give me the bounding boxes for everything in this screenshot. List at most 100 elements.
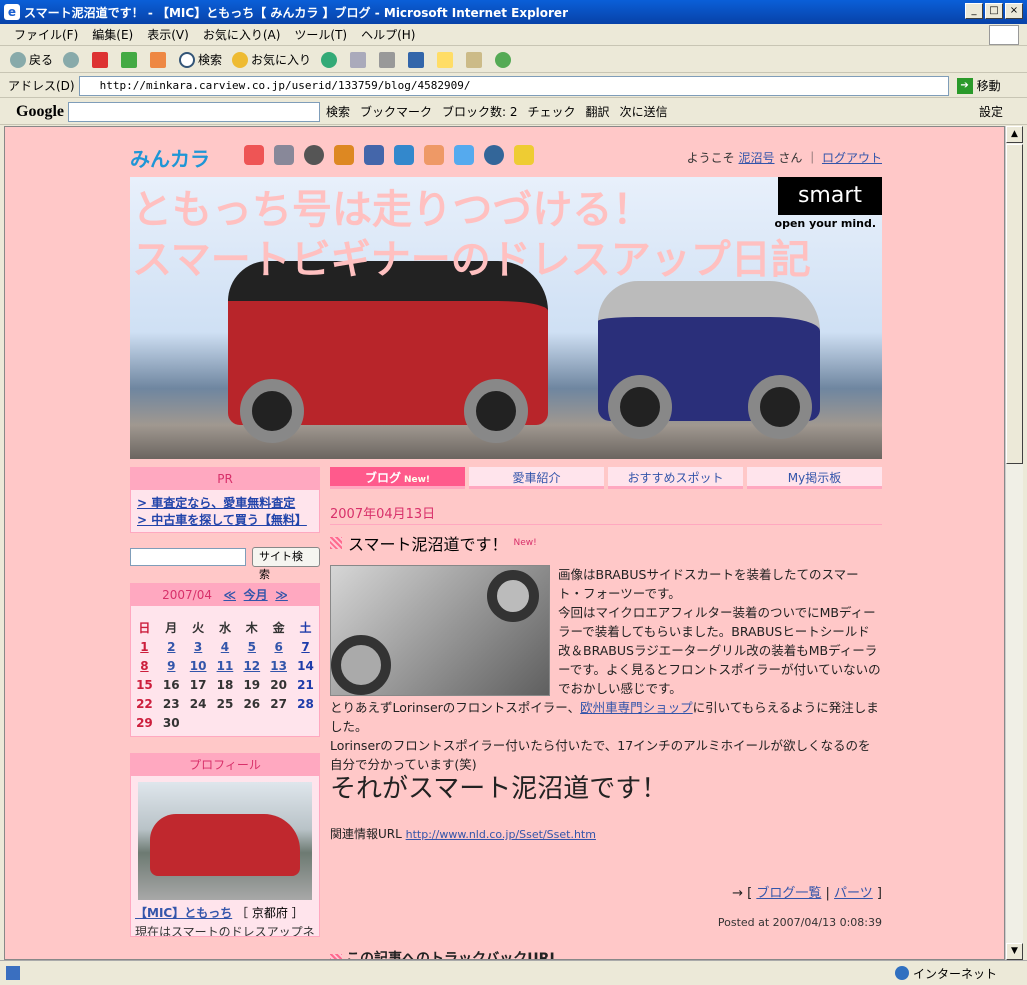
calendar-day[interactable]: 9	[158, 656, 185, 675]
tab-car-intro[interactable]: 愛車紹介	[469, 467, 604, 489]
google-logo[interactable]: Google	[16, 103, 64, 121]
messenger-button[interactable]	[495, 51, 514, 68]
site-search-button[interactable]: サイト検索	[251, 547, 320, 581]
history-button[interactable]	[321, 51, 340, 68]
calendar-prev-link[interactable]: ≪	[223, 588, 236, 602]
calendar-day[interactable]: 5	[238, 637, 265, 656]
menu-favorites[interactable]: お気に入り(A)	[203, 26, 281, 43]
search-button[interactable]: 検索	[179, 51, 222, 68]
research-button[interactable]	[466, 51, 485, 68]
google-settings-button[interactable]: 設定	[979, 103, 1003, 120]
minimize-button[interactable]: _	[965, 3, 983, 19]
menu-view[interactable]: 表示(V)	[147, 26, 189, 43]
box-icon[interactable]	[454, 145, 474, 165]
calculator-icon[interactable]	[274, 145, 294, 165]
calendar-day[interactable]: 6	[265, 637, 292, 656]
blog-list-link[interactable]: ブログ一覧	[756, 886, 821, 901]
menu-edit[interactable]: 編集(E)	[92, 26, 133, 43]
window-title: スマート泥沼道です！ - 【MIC】ともっち【 みんカラ 】ブログ - Micr…	[24, 5, 568, 20]
site-search-input[interactable]	[130, 548, 246, 566]
google-popup-blocker[interactable]: ブロック数: 2	[442, 103, 518, 120]
google-toolbar: Google 検索 ブックマーク ブロック数: 2 チェック 翻訳 次に送信 設…	[0, 99, 1027, 125]
tab-recommended-spots[interactable]: おすすめスポット	[608, 467, 743, 489]
tab-blog[interactable]: ブログ New!	[330, 467, 465, 489]
calendar-day[interactable]: 10	[185, 656, 212, 675]
note-icon	[437, 51, 454, 68]
camera-icon[interactable]	[364, 145, 384, 165]
print-icon	[379, 51, 396, 68]
windows-logo-icon	[989, 25, 1019, 45]
ie-app-icon: e	[4, 4, 20, 20]
post-photo[interactable]	[330, 565, 550, 696]
wheel-icon[interactable]	[304, 145, 324, 165]
calendar-day[interactable]: 1	[131, 637, 158, 656]
address-input[interactable]: http://minkara.carview.co.jp/userid/1337…	[78, 75, 949, 96]
related-url-link[interactable]: http://www.nld.co.jp/Sset/Sset.htm	[406, 828, 596, 841]
close-button[interactable]: ×	[1005, 3, 1023, 19]
new-badge: New!	[513, 538, 537, 548]
profile-name-link[interactable]: 【MIC】ともっち	[135, 906, 232, 920]
calendar-day: 24	[189, 696, 207, 711]
scroll-up-icon[interactable]: ▲	[1006, 126, 1023, 143]
forward-button[interactable]	[63, 51, 82, 68]
star-icon	[232, 51, 249, 68]
stop-button[interactable]	[92, 51, 111, 68]
shop-link[interactable]: 欧州車専門ショップ	[580, 700, 693, 715]
edit-icon	[408, 51, 425, 68]
menu-file[interactable]: ファイル(F)	[14, 26, 78, 43]
calendar-day[interactable]: 13	[265, 656, 292, 675]
edit-button[interactable]	[408, 51, 427, 68]
pr-link-used-car[interactable]: > 中古車を探して買う【無料】	[137, 513, 307, 527]
site-logo[interactable]: みんカラ	[130, 143, 210, 172]
google-spellcheck-button[interactable]: チェック	[528, 103, 576, 120]
calendar-day: 18	[216, 677, 234, 692]
calendar-day[interactable]: 4	[212, 637, 239, 656]
user-link[interactable]: 泥沼号	[738, 151, 774, 165]
vertical-scrollbar[interactable]: ▲ ▼	[1005, 126, 1023, 960]
maximize-button[interactable]: □	[985, 3, 1003, 19]
calendar-day[interactable]: 3	[185, 637, 212, 656]
scroll-thumb[interactable]	[1006, 144, 1023, 464]
pencil-icon[interactable]	[514, 145, 534, 165]
calendar-day[interactable]: 12	[238, 656, 265, 675]
google-bookmark-button[interactable]: ブックマーク	[360, 103, 432, 120]
print-button[interactable]	[379, 51, 398, 68]
home-button[interactable]	[150, 51, 169, 68]
calendar-day: 27	[270, 696, 287, 711]
calendar-day[interactable]: 11	[212, 656, 239, 675]
car-icon[interactable]	[394, 145, 414, 165]
calendar-day	[185, 713, 212, 732]
refresh-button[interactable]	[121, 51, 140, 68]
logout-link[interactable]: ログアウト	[822, 151, 882, 165]
parts-link[interactable]: パーツ	[834, 886, 873, 901]
address-bar: アドレス(D) http://minkara.carview.co.jp/use…	[0, 74, 1027, 98]
back-button[interactable]: 戻る	[10, 51, 53, 68]
go-button[interactable]: ➔ 移動	[956, 77, 1001, 94]
forward-arrow-icon	[63, 51, 80, 68]
calendar-day: 21	[297, 677, 314, 692]
wrench-icon[interactable]	[334, 145, 354, 165]
favorites-button[interactable]: お気に入り	[232, 51, 311, 68]
google-send-button[interactable]: 次に送信	[620, 103, 668, 120]
home-icon[interactable]	[244, 145, 264, 165]
google-translate-button[interactable]: 翻訳	[586, 103, 610, 120]
google-search-input[interactable]	[68, 101, 320, 122]
calendar-day[interactable]: 2	[158, 637, 185, 656]
discuss-button[interactable]	[437, 51, 456, 68]
calendar-day[interactable]: 7	[292, 637, 319, 656]
google-search-button[interactable]: 検索	[326, 103, 350, 120]
pr-link-appraisal[interactable]: > 車査定なら、愛車無料査定	[137, 496, 295, 510]
calendar-next-link[interactable]: ≫	[275, 588, 288, 602]
calendar-day: 26	[243, 696, 261, 711]
red-car-image	[228, 261, 548, 443]
menu-tools[interactable]: ツール(T)	[294, 26, 347, 43]
calendar-today-link[interactable]: 今月	[244, 588, 268, 602]
tab-bbs[interactable]: My掲示板	[747, 467, 882, 489]
status-bar: インターネット	[0, 960, 1027, 985]
scroll-down-icon[interactable]: ▼	[1006, 943, 1023, 960]
menu-help[interactable]: ヘルプ(H)	[361, 26, 415, 43]
people-icon[interactable]	[424, 145, 444, 165]
search-icon[interactable]	[484, 145, 504, 165]
mail-button[interactable]	[350, 51, 369, 68]
calendar-day[interactable]: 8	[131, 656, 158, 675]
